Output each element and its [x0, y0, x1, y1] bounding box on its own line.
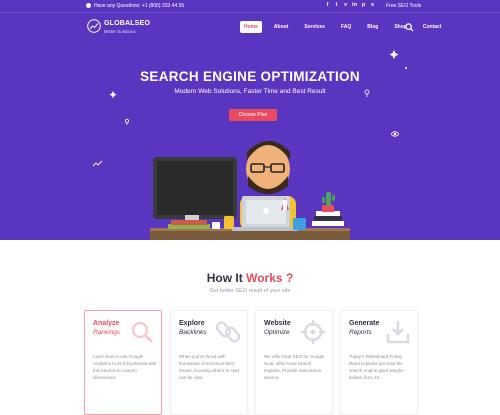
how-title-main: How It	[206, 271, 247, 285]
card-subtitle: Rankings	[93, 329, 121, 336]
choose-plan-button[interactable]: Choose Plan	[229, 109, 277, 121]
social-links: f t v in p s	[323, 2, 377, 8]
card-explore-backlinks[interactable]: Explore Backlinks When you're faced with…	[170, 310, 248, 415]
phone-icon	[86, 3, 91, 8]
card-title: Analyze	[93, 320, 120, 327]
phone-text: Have any Questions: +1 (800) 333 44 55	[94, 3, 185, 9]
nav-item-blog[interactable]: Blog	[363, 21, 382, 33]
crosshair-icon	[301, 320, 325, 344]
main-navbar: GLOBALSEO Better Solutions Home About Se…	[0, 14, 500, 40]
free-seo-tools-link[interactable]: Free SEO Tools	[386, 3, 421, 9]
eye-icon	[391, 131, 399, 137]
skype-icon[interactable]: s	[368, 2, 377, 8]
how-title-accent: Works ?	[246, 271, 294, 285]
search-icon[interactable]	[405, 23, 414, 32]
card-subtitle: Optimize	[264, 329, 290, 336]
download-icon	[386, 321, 410, 344]
hero-subtitle: Modern Web Solutions, Faster Time and Be…	[174, 88, 326, 95]
nav-item-faq[interactable]: FAQ	[337, 21, 355, 33]
nav-item-services[interactable]: Services	[300, 21, 329, 33]
vimeo-icon[interactable]: v	[341, 2, 350, 8]
nav-item-about[interactable]: About	[270, 21, 292, 33]
card-subtitle: Backlinks	[179, 329, 207, 336]
card-description: Learn how to use Google Analytics to its…	[93, 354, 157, 380]
pinterest-icon[interactable]: p	[359, 2, 368, 8]
magnifier-icon	[131, 321, 154, 344]
card-title: Explore	[179, 320, 205, 327]
nav-item-home[interactable]: Home	[240, 21, 262, 33]
card-description: When you're faced with thousands of tech…	[179, 354, 240, 380]
phone-info: Have any Questions: +1 (800) 333 44 55	[86, 3, 184, 9]
card-generate-reports[interactable]: Generate Reports Today's Whiteboard Frid…	[340, 310, 418, 415]
facebook-icon[interactable]: f	[323, 2, 332, 8]
card-website-optimize[interactable]: Website Optimize We offer local SEO for …	[255, 310, 333, 415]
card-description: Today's Whiteboard Friday, Rand explains…	[349, 354, 404, 380]
twitter-icon[interactable]: t	[332, 2, 341, 8]
card-subtitle: Reports	[349, 329, 372, 336]
hero-title: SEARCH ENGINE OPTIMIZATION	[140, 69, 360, 84]
how-it-works-subtitle: Get better SEO result of your site	[209, 288, 291, 294]
card-title: Generate	[349, 320, 380, 327]
nav-item-contact[interactable]: Contact	[419, 21, 446, 33]
topbar: Have any Questions: +1 (800) 333 44 55 f…	[0, 0, 500, 13]
nav-menu: Home About Services FAQ Blog Shop Contac…	[240, 21, 453, 33]
how-it-works-title: How It Works ?	[0, 271, 500, 285]
card-title: Website	[264, 320, 291, 327]
link-icon	[215, 321, 241, 343]
hero-section: Have any Questions: +1 (800) 333 44 55 f…	[0, 0, 500, 240]
linkedin-icon[interactable]: in	[350, 2, 359, 8]
chart-line-icon	[92, 160, 103, 167]
brand-name[interactable]: GLOBALSEO	[104, 20, 150, 27]
brand-tagline: Better Solutions	[104, 29, 136, 34]
card-analyze-rankings[interactable]: Analyze Rankings Learn how to use Google…	[84, 310, 162, 415]
logo-icon[interactable]	[86, 19, 102, 33]
card-description: We offer local SEO for Google local, oth…	[264, 354, 325, 380]
